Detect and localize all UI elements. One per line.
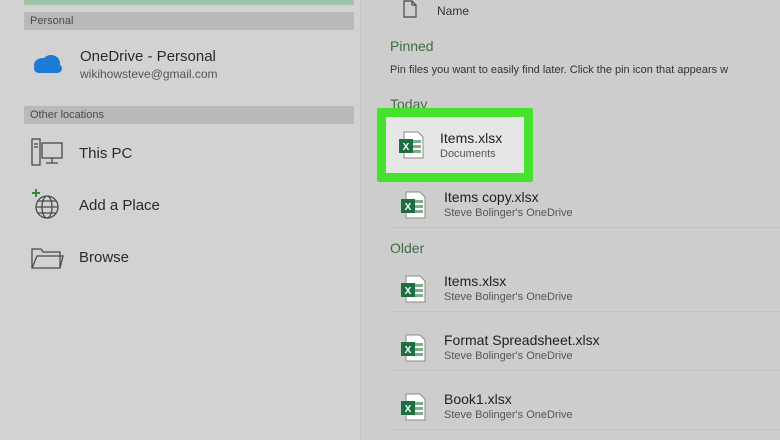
- excel-file-icon: X: [400, 393, 426, 421]
- name-column-label: Name: [437, 4, 470, 18]
- file-name: Format Spreadsheet.xlsx: [444, 332, 600, 348]
- file-name: Items.xlsx: [440, 129, 503, 146]
- file-name: Book1.xlsx: [444, 391, 512, 407]
- pinned-hint-text: Pin files you want to easily find later.…: [390, 64, 729, 76]
- file-row-book1[interactable]: X Book1.xlsx Steve Bolinger's OneDrive: [390, 384, 780, 430]
- svg-text:X: X: [405, 345, 412, 356]
- svg-text:X: X: [405, 286, 412, 297]
- onedrive-cloud-icon: [30, 52, 64, 79]
- location-label: Add a Place: [79, 196, 160, 214]
- onedrive-personal-location[interactable]: OneDrive - Personal wikihowsteve@gmail.c…: [30, 48, 218, 82]
- personal-section-header: Personal: [24, 12, 354, 30]
- file-row-items-copy[interactable]: X Items copy.xlsx Steve Bolinger's OneDr…: [390, 182, 780, 228]
- folder-icon: [30, 240, 64, 274]
- file-location: Steve Bolinger's OneDrive: [444, 350, 573, 362]
- file-location: Steve Bolinger's OneDrive: [444, 409, 573, 421]
- file-icon: [403, 0, 417, 23]
- selected-tab-accent: [24, 0, 354, 5]
- excel-file-icon: X: [400, 275, 426, 303]
- locations-pane: Personal OneDrive - Personal wikihowstev…: [0, 0, 360, 440]
- location-label: Browse: [79, 248, 130, 266]
- onedrive-title: OneDrive - Personal: [80, 48, 216, 65]
- svg-text:X: X: [405, 404, 412, 415]
- onedrive-email: wikihowsteve@gmail.com: [80, 67, 218, 81]
- svg-text:X: X: [403, 142, 410, 153]
- file-name: Items copy.xlsx: [444, 189, 539, 205]
- svg-text:X: X: [405, 202, 412, 213]
- excel-file-icon: X: [400, 334, 426, 362]
- location-add-a-place[interactable]: Add a Place: [30, 188, 160, 222]
- excel-file-icon: X: [398, 131, 424, 159]
- file-row-format-spreadsheet[interactable]: X Format Spreadsheet.xlsx Steve Bolinger…: [390, 325, 780, 371]
- file-location: Steve Bolinger's OneDrive: [444, 207, 573, 219]
- file-location: Documents: [440, 147, 496, 160]
- file-location: Steve Bolinger's OneDrive: [444, 291, 573, 303]
- older-group-title: Older: [390, 240, 425, 256]
- file-name: Items.xlsx: [444, 273, 507, 289]
- location-this-pc[interactable]: This PC: [30, 136, 132, 170]
- name-column-header[interactable]: Name: [403, 0, 469, 22]
- other-locations-label: Other locations: [30, 109, 104, 121]
- other-locations-section-header: Other locations: [24, 106, 354, 124]
- location-browse[interactable]: Browse: [30, 240, 129, 274]
- file-row-items-documents[interactable]: X Items.xlsx Documents: [386, 117, 524, 173]
- highlight-box: X Items.xlsx Documents: [377, 108, 533, 182]
- pinned-group-title: Pinned: [390, 38, 434, 54]
- recent-files-pane: Name Pinned Pin files you want to easily…: [361, 0, 780, 440]
- computer-icon: [30, 136, 64, 170]
- personal-section-label: Personal: [30, 15, 74, 27]
- excel-file-icon: X: [400, 191, 426, 219]
- add-globe-icon: [30, 188, 64, 222]
- file-row-items-onedrive[interactable]: X Items.xlsx Steve Bolinger's OneDrive: [390, 266, 780, 312]
- location-label: This PC: [79, 144, 133, 162]
